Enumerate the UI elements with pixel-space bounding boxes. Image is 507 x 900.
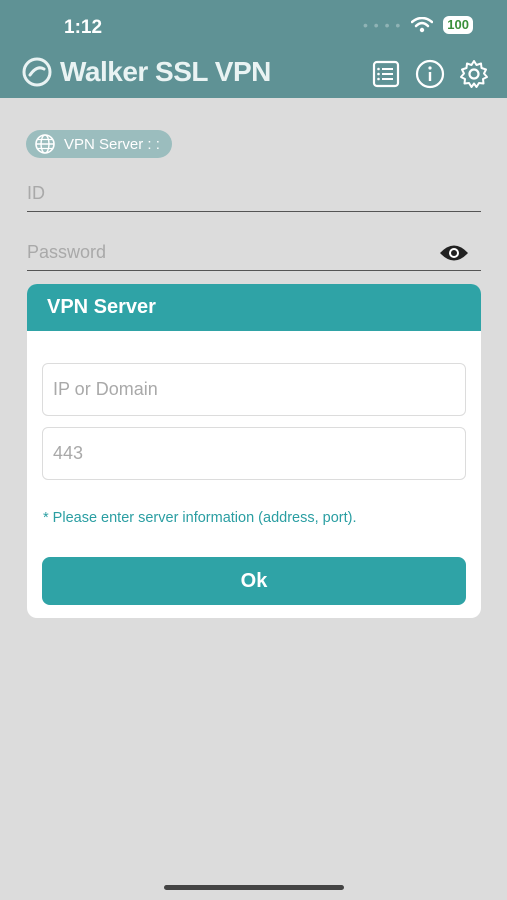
list-icon[interactable] (371, 59, 401, 89)
vpn-server-chip-label: VPN Server : : (64, 135, 160, 153)
brand-logo: Walker SSL VPN (22, 56, 271, 88)
vpn-server-chip[interactable]: VPN Server : : (26, 130, 172, 158)
app-title: Walker SSL VPN (60, 56, 271, 87)
eye-icon[interactable] (439, 243, 469, 263)
server-hint-text: * Please enter server information (addre… (43, 510, 357, 526)
info-icon[interactable] (415, 59, 445, 89)
id-field-container (27, 176, 481, 212)
status-time: 1:12 (64, 17, 103, 38)
status-indicators: • • • • 100 (363, 16, 473, 34)
ok-button[interactable]: Ok (42, 557, 466, 605)
walker-logo-icon (22, 57, 52, 87)
header-actions (371, 59, 489, 89)
vpn-server-dialog: VPN Server * Please enter server informa… (27, 284, 481, 618)
home-indicator[interactable] (164, 885, 344, 890)
globe-icon (35, 134, 55, 154)
dialog-title: VPN Server (27, 284, 481, 331)
password-field-container (27, 235, 481, 271)
gear-icon[interactable] (459, 59, 489, 89)
id-input[interactable] (27, 183, 481, 204)
server-port-input[interactable] (42, 427, 466, 480)
battery-indicator: 100 (443, 16, 473, 34)
server-address-input[interactable] (42, 363, 466, 416)
signal-icon: • • • • (363, 17, 402, 33)
password-input[interactable] (27, 242, 481, 263)
app-header: 1:12 • • • • 100 Walker SSL VPN (0, 0, 507, 98)
wifi-icon (411, 17, 434, 33)
